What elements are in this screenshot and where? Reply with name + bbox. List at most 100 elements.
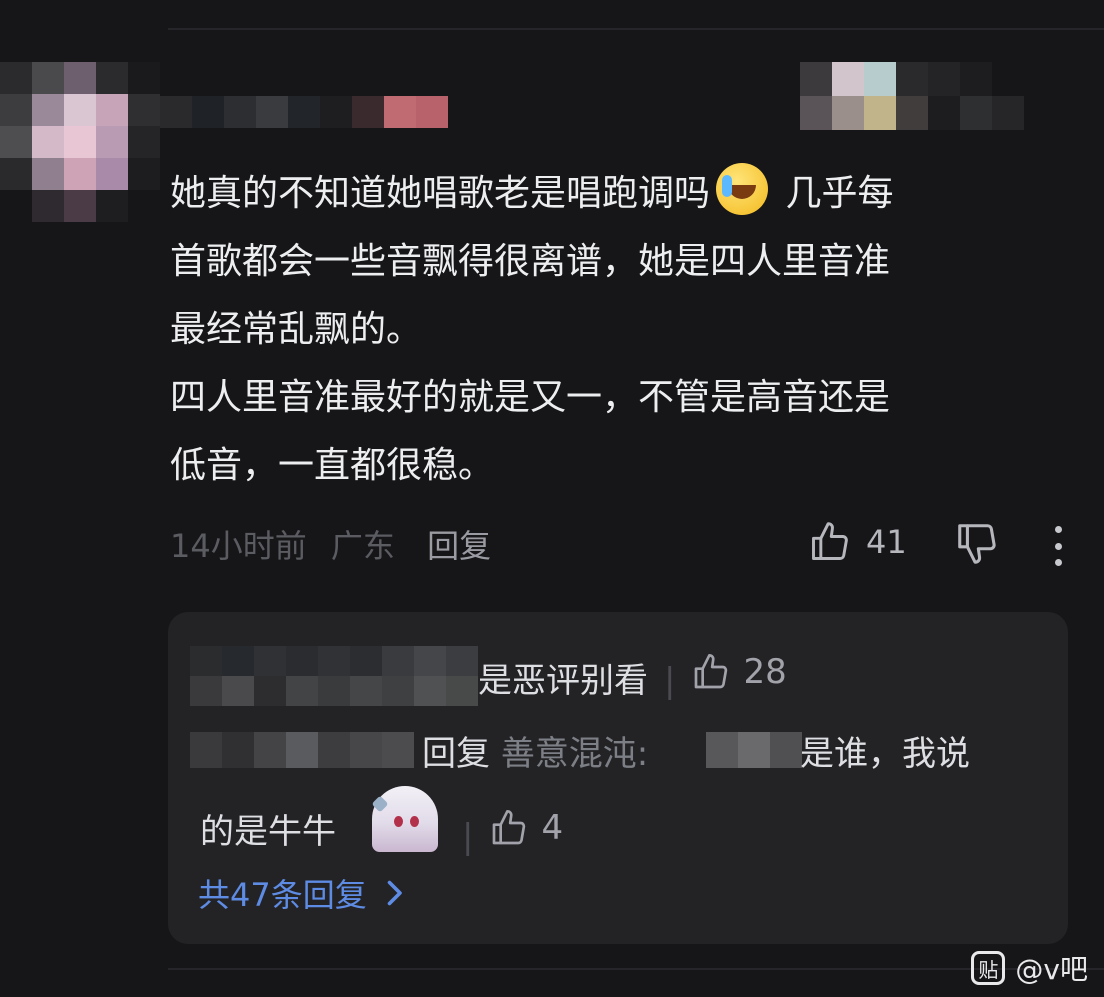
mosaic-cell	[350, 732, 382, 768]
comment-time: 14小时前	[170, 527, 307, 565]
reply-like-count: 28	[743, 652, 787, 692]
thumbs-up-icon	[493, 810, 526, 845]
mosaic-cell	[0, 94, 32, 126]
mosaic-cell	[738, 732, 770, 768]
inline-text-redacted	[706, 732, 802, 768]
reply-item: 是恶评别看 | 28	[478, 652, 787, 702]
reply-username-redacted[interactable]	[190, 732, 418, 768]
mosaic-cell	[286, 646, 318, 676]
reply-like-button[interactable]: 28	[691, 652, 787, 692]
mosaic-cell	[446, 646, 478, 676]
view-more-replies-link[interactable]: 共47条回复	[198, 870, 405, 916]
reply-target-name[interactable]: 善意混沌:	[501, 734, 648, 774]
mosaic-cell	[446, 676, 478, 706]
reply-button[interactable]: 回复	[427, 527, 491, 565]
reply-item-header: 回复 善意混沌:	[422, 726, 648, 775]
mosaic-cell	[896, 96, 928, 130]
mosaic-cell	[254, 646, 286, 676]
sticker-eye	[410, 816, 419, 827]
mosaic-cell	[128, 190, 160, 222]
mosaic-cell	[0, 158, 32, 190]
mosaic-cell	[190, 732, 222, 768]
mosaic-cell	[352, 96, 384, 128]
watermark-handle: @v吧	[1015, 953, 1088, 986]
mosaic-cell	[128, 158, 160, 190]
mosaic-cell	[286, 676, 318, 706]
mosaic-cell	[800, 96, 832, 130]
mosaic-cell	[800, 62, 832, 96]
comment-location: 广东	[330, 527, 395, 565]
sticker-eye	[394, 816, 403, 827]
reply-text: 是恶评别看	[478, 661, 648, 701]
like-button[interactable]: 41	[808, 520, 907, 564]
mosaic-cell	[318, 732, 350, 768]
mosaic-cell	[128, 62, 160, 94]
mosaic-cell	[32, 94, 64, 126]
mosaic-cell	[414, 646, 446, 676]
username-redacted[interactable]	[160, 96, 448, 128]
mosaic-cell	[1024, 62, 1056, 96]
anime-girl-sticker	[371, 786, 438, 852]
mosaic-cell	[0, 190, 32, 222]
tieba-logo-icon: 贴	[971, 951, 1006, 985]
mosaic-cell	[128, 126, 160, 158]
thumbs-down-icon	[958, 524, 996, 564]
mosaic-cell	[832, 96, 864, 130]
reply-like-count: 4	[541, 808, 564, 848]
dislike-button[interactable]	[954, 520, 1000, 566]
mosaic-cell	[96, 126, 128, 158]
mosaic-cell	[96, 94, 128, 126]
user-badge-redacted	[800, 62, 1060, 130]
mosaic-cell	[0, 126, 32, 158]
more-options-button[interactable]	[1050, 526, 1066, 566]
mosaic-cell	[32, 126, 64, 158]
mosaic-cell	[32, 190, 64, 222]
mosaic-cell	[896, 62, 928, 96]
mosaic-cell	[254, 676, 286, 706]
reply-text-part1: 是谁，我说	[800, 734, 970, 774]
mosaic-cell	[0, 62, 32, 94]
bottom-divider	[168, 968, 1104, 970]
mosaic-cell	[416, 96, 448, 128]
mosaic-cell	[190, 676, 222, 706]
mosaic-cell	[288, 96, 320, 128]
mosaic-cell	[32, 62, 64, 94]
thumbs-up-icon	[812, 522, 848, 560]
mosaic-cell	[706, 732, 738, 768]
mosaic-cell	[318, 676, 350, 706]
reply-like-button[interactable]: 4	[489, 808, 563, 848]
watermark: 贴 @v吧	[971, 948, 1088, 988]
mosaic-cell	[64, 158, 96, 190]
comment-meta: 14小时前 广东 回复	[170, 524, 491, 568]
mosaic-cell	[64, 94, 96, 126]
mosaic-cell	[96, 190, 128, 222]
mosaic-cell	[382, 732, 414, 768]
mosaic-cell	[864, 62, 896, 96]
mosaic-cell	[320, 96, 352, 128]
mosaic-cell	[864, 96, 896, 130]
mosaic-cell	[190, 646, 222, 676]
mosaic-cell	[350, 646, 382, 676]
mosaic-cell	[770, 732, 802, 768]
more-dot-icon	[1054, 542, 1062, 550]
reply-username-redacted[interactable]	[190, 646, 480, 706]
mosaic-cell	[832, 62, 864, 96]
mosaic-cell	[32, 158, 64, 190]
mosaic-cell	[960, 96, 992, 130]
mosaic-cell	[382, 646, 414, 676]
mosaic-cell	[286, 732, 318, 768]
mosaic-cell	[960, 62, 992, 96]
mosaic-cell	[318, 646, 350, 676]
user-avatar[interactable]	[0, 62, 160, 222]
separator: |	[664, 661, 676, 701]
reply-like-row: | 4	[462, 808, 563, 857]
mosaic-cell	[928, 96, 960, 130]
top-divider	[168, 28, 1104, 30]
chevron-right-icon	[387, 880, 402, 906]
mosaic-cell	[414, 676, 446, 706]
mosaic-cell	[1024, 96, 1056, 130]
mosaic-cell	[256, 96, 288, 128]
mosaic-cell	[222, 646, 254, 676]
reply-text-part2: 的是牛牛	[200, 812, 336, 852]
mosaic-cell	[64, 62, 96, 94]
